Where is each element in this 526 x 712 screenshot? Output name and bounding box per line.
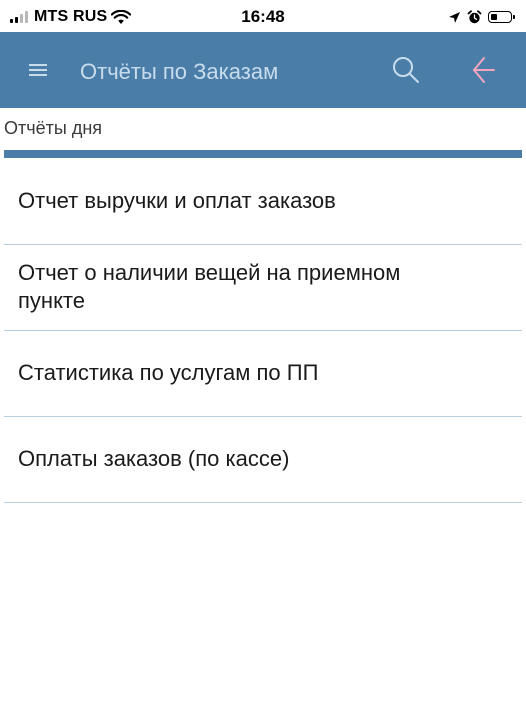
section-title: Отчёты дня [4,118,103,138]
list-item-services-statistics[interactable]: Статистика по услугам по ПП [0,330,526,417]
list-divider [4,502,522,503]
list-item-label: Отчет выручки и оплат заказов [18,188,336,213]
location-arrow-icon [449,11,460,23]
report-list: Отчет выручки и оплат заказов Отчет о на… [0,158,526,503]
section-divider [4,150,522,158]
status-bar: MTS RUS 16:48 [0,0,526,32]
battery-icon [488,11,515,23]
list-item-label: Статистика по услугам по ПП [18,360,319,385]
list-item-items-availability-report[interactable]: Отчет о наличии вещей на приемном пункте [0,244,526,331]
status-right [448,7,515,27]
section-header: Отчёты дня [0,108,526,150]
page-title: Отчёты по Заказам [80,59,279,84]
list-item-label: Отчет о наличии вещей на приемном пункте [18,260,401,313]
list-item-revenue-report[interactable]: Отчет выручки и оплат заказов [0,158,526,245]
list-item-label: Оплаты заказов (по кассе) [18,446,290,471]
list-item-order-payments[interactable]: Оплаты заказов (по кассе) [0,416,526,503]
alarm-icon [467,9,482,23]
back-arrow-icon[interactable] [468,54,500,86]
search-icon[interactable] [390,54,422,86]
app-bar: Отчёты по Заказам [0,32,526,108]
hamburger-menu-icon[interactable] [26,58,50,82]
screen: MTS RUS 16:48 Отчёты по Заказам Отчёты д… [0,0,526,712]
